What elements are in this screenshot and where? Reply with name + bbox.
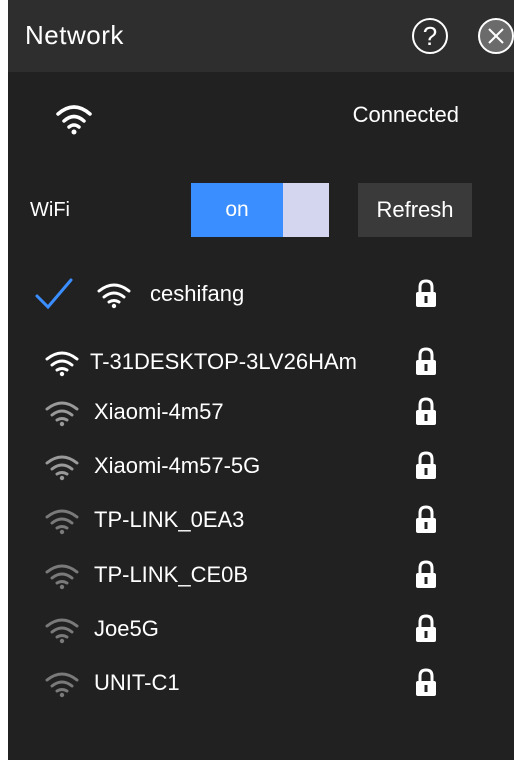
network-row[interactable]: Xiaomi-4m57-5G — [8, 440, 514, 494]
network-row[interactable]: Joe5G — [8, 603, 514, 657]
page-title: Network — [25, 20, 124, 50]
close-icon — [488, 28, 504, 44]
wifi-signal-icon — [45, 455, 79, 481]
refresh-button[interactable]: Refresh — [358, 183, 472, 237]
wifi-signal-icon — [97, 283, 131, 309]
wifi-toggle[interactable]: on — [191, 183, 329, 237]
wifi-signal-icon — [45, 351, 79, 377]
network-name: Xiaomi-4m57 — [94, 399, 224, 424]
wifi-icon — [56, 105, 92, 135]
wifi-toggle-knob — [283, 183, 329, 237]
network-name: TP-LINK_0EA3 — [94, 507, 245, 532]
connection-status: Connected — [8, 84, 514, 160]
title-bar: Network ? — [8, 0, 514, 72]
close-button[interactable] — [478, 18, 514, 54]
wifi-signal-icon — [45, 564, 79, 590]
network-row[interactable]: Xiaomi-4m57 — [8, 386, 514, 440]
lock-icon — [416, 397, 436, 425]
lock-icon — [416, 668, 436, 696]
network-row[interactable]: UNIT-C1 — [8, 657, 514, 711]
network-name: ceshifang — [150, 281, 245, 306]
wifi-signal-icon — [45, 401, 79, 427]
status-text: Connected — [352, 102, 459, 127]
network-name: T-31DESKTOP-3LV26HAm — [90, 349, 357, 374]
lock-icon — [416, 279, 436, 307]
wifi-signal-icon — [45, 618, 79, 644]
network-name: Joe5G — [94, 616, 159, 641]
network-name: Xiaomi-4m57-5G — [94, 453, 261, 478]
network-name: UNIT-C1 — [94, 670, 180, 695]
network-row[interactable]: TP-LINK_CE0B — [8, 549, 514, 603]
network-row[interactable]: ceshifang — [8, 268, 514, 322]
network-panel: Network ? Connected WiFi on Refresh cesh… — [8, 0, 514, 760]
wifi-signal-icon — [45, 672, 79, 698]
lock-icon — [416, 347, 436, 375]
wifi-toggle-label: on — [225, 198, 249, 221]
lock-icon — [416, 451, 436, 479]
lock-icon — [416, 614, 436, 642]
network-row[interactable]: T-31DESKTOP-3LV26HAm — [8, 336, 514, 390]
network-row[interactable]: TP-LINK_0EA3 — [8, 494, 514, 548]
help-button[interactable]: ? — [412, 18, 448, 54]
check-icon — [35, 278, 73, 310]
wifi-signal-icon — [45, 509, 79, 535]
wifi-label: WiFi — [30, 199, 70, 221]
lock-icon — [416, 560, 436, 588]
network-name: TP-LINK_CE0B — [94, 562, 249, 587]
lock-icon — [416, 505, 436, 533]
